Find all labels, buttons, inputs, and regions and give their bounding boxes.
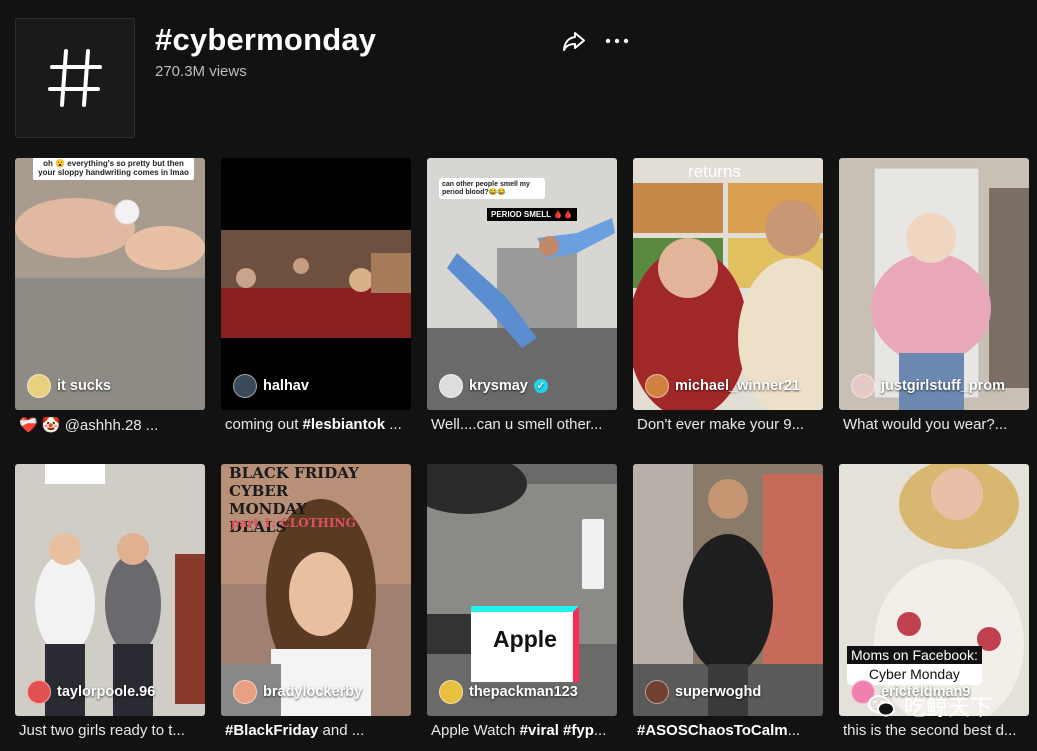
- video-card[interactable]: halhav coming out #lesbiantok ...: [221, 158, 411, 433]
- sticker-text: PERIOD SMELL 🩸🩸: [487, 208, 578, 221]
- share-button[interactable]: [561, 28, 587, 54]
- username: it sucks: [57, 378, 111, 394]
- video-thumbnail[interactable]: halhav: [221, 158, 411, 410]
- caption-hashtag[interactable]: #viral #fyp: [520, 722, 594, 739]
- video-thumbnail[interactable]: Moms on Facebook: Cyber Monday ericfeldm…: [839, 464, 1029, 716]
- video-overlay-text: Apple: [493, 626, 557, 652]
- thumbnail-image: [221, 158, 411, 410]
- video-thumbnail[interactable]: taylorpoole.96: [15, 464, 205, 716]
- caption-text: Well....can u smell other...: [431, 416, 603, 433]
- video-overlay-text: returns: [688, 162, 741, 181]
- video-overlay-subtitle: part 1: CLOTHING: [231, 516, 356, 530]
- username: justgirlstuff_prom: [881, 378, 1006, 394]
- more-icon: [605, 38, 629, 44]
- caption-text: Apple Watch: [431, 722, 520, 739]
- video-caption[interactable]: #ASOSChaosToCalm...: [637, 722, 823, 739]
- caption-hashtag[interactable]: #lesbiantok: [303, 416, 386, 433]
- video-author[interactable]: justgirlstuff_prom: [851, 374, 1005, 398]
- wechat-icon: [868, 695, 895, 717]
- username: superwoghd: [675, 684, 762, 700]
- avatar: [645, 374, 669, 398]
- video-card[interactable]: taylorpoole.96 Just two girls ready to t…: [15, 464, 205, 739]
- video-thumbnail[interactable]: justgirlstuff_prom: [839, 158, 1029, 410]
- video-thumbnail[interactable]: returns michael_winner21: [633, 158, 823, 410]
- watermark: 吃鲸天下: [868, 690, 992, 722]
- video-author[interactable]: bradylockerby: [233, 680, 362, 704]
- hashtag-icon: [48, 49, 102, 107]
- username: krysmay: [469, 378, 528, 394]
- video-author[interactable]: halhav: [233, 374, 309, 398]
- comment-overlay: oh 😮 everything's so pretty but then you…: [33, 158, 194, 180]
- video-author[interactable]: superwoghd: [645, 680, 761, 704]
- caption-text: Don't ever make your 9...: [637, 416, 805, 433]
- video-author[interactable]: taylorpoole.96: [27, 680, 155, 704]
- hashtag-icon-box: [15, 18, 135, 138]
- caption-hashtag[interactable]: #BlackFriday: [225, 722, 318, 739]
- caption-ellipsis: ...: [787, 722, 801, 739]
- avatar: [233, 680, 257, 704]
- avatar: [851, 374, 875, 398]
- video-card[interactable]: BLACK FRIDAY CYBER MONDAY DEALS part 1: …: [221, 464, 411, 739]
- avatar: [439, 680, 463, 704]
- video-thumbnail[interactable]: Apple thepackman123: [427, 464, 617, 716]
- caption-text: Just two girls ready to t...: [19, 722, 185, 739]
- avatar: [645, 680, 669, 704]
- video-card[interactable]: Apple thepackman123 Apple Watch #viral #…: [427, 464, 617, 739]
- avatar: [233, 374, 257, 398]
- video-caption[interactable]: coming out #lesbiantok ...: [225, 416, 411, 433]
- verified-icon: ✓: [533, 379, 548, 393]
- username: michael_winner21: [675, 378, 800, 394]
- watermark-text: 吃鲸天下: [904, 696, 993, 721]
- comment-overlay: can other people smell my period blood?😂…: [439, 178, 545, 199]
- video-card[interactable]: justgirlstuff_prom What would you wear?.…: [839, 158, 1029, 433]
- thumbnail-image: [839, 158, 1029, 410]
- video-caption[interactable]: #BlackFriday and ...: [225, 722, 411, 739]
- username: halhav: [263, 378, 309, 394]
- overlay-line-1: Moms on Facebook:: [847, 646, 982, 664]
- video-thumbnail[interactable]: can other people smell my period blood?😂…: [427, 158, 617, 410]
- caption-hashtag[interactable]: #ASOSChaosToCalm: [637, 722, 788, 739]
- hashtag-title: #cybermonday: [155, 22, 377, 57]
- thumbnail-image: [15, 464, 205, 716]
- video-caption[interactable]: Don't ever make your 9...: [637, 416, 823, 433]
- avatar: [27, 374, 51, 398]
- caption-text: What would you wear?...: [843, 416, 1008, 433]
- username: thepackman123: [469, 684, 578, 700]
- caption-ellipsis: ...: [593, 722, 607, 739]
- video-thumbnail[interactable]: oh 😮 everything's so pretty but then you…: [15, 158, 205, 410]
- username: taylorpoole.96: [57, 684, 156, 700]
- hashtag-header: #cybermonday 270.3M views: [15, 18, 1025, 138]
- video-card[interactable]: returns michael_winner21 Don't ever make…: [633, 158, 823, 433]
- video-caption[interactable]: this is the second best d...: [843, 722, 1029, 739]
- share-icon: [563, 32, 585, 51]
- video-card[interactable]: superwoghd #ASOSChaosToCalm...: [633, 464, 823, 739]
- thumbnail-image: [633, 158, 823, 410]
- avatar: [439, 374, 463, 398]
- video-card[interactable]: oh 😮 everything's so pretty but then you…: [15, 158, 205, 434]
- caption-ellipsis: and ...: [318, 722, 365, 739]
- video-card[interactable]: can other people smell my period blood?😂…: [427, 158, 617, 433]
- video-author[interactable]: thepackman123: [439, 680, 578, 704]
- video-caption[interactable]: Just two girls ready to t...: [19, 722, 205, 739]
- video-caption[interactable]: ❤️‍🩹 🤡 @ashhh.28 ...: [19, 416, 205, 434]
- caption-text: coming out: [225, 416, 303, 433]
- more-button[interactable]: [603, 28, 631, 54]
- video-thumbnail[interactable]: BLACK FRIDAY CYBER MONDAY DEALS part 1: …: [221, 464, 411, 716]
- caption-text: ❤️‍🩹 🤡 @ashhh.28 ...: [19, 417, 159, 434]
- caption-ellipsis: ...: [385, 416, 402, 433]
- video-thumbnail[interactable]: superwoghd: [633, 464, 823, 716]
- video-caption[interactable]: Apple Watch #viral #fyp...: [431, 722, 617, 739]
- thumbnail-image: [633, 464, 823, 716]
- username: bradylockerby: [263, 684, 363, 700]
- video-author[interactable]: michael_winner21: [645, 374, 800, 398]
- video-author[interactable]: it sucks: [27, 374, 111, 398]
- video-caption[interactable]: Well....can u smell other...: [431, 416, 617, 433]
- hashtag-views: 270.3M views: [155, 63, 247, 80]
- thumbnail-image: [15, 158, 205, 410]
- video-card[interactable]: Moms on Facebook: Cyber Monday ericfeldm…: [839, 464, 1029, 739]
- video-caption[interactable]: What would you wear?...: [843, 416, 1029, 433]
- caption-text: this is the second best d...: [843, 722, 1017, 739]
- avatar: [27, 680, 51, 704]
- video-author[interactable]: krysmay ✓: [439, 374, 548, 398]
